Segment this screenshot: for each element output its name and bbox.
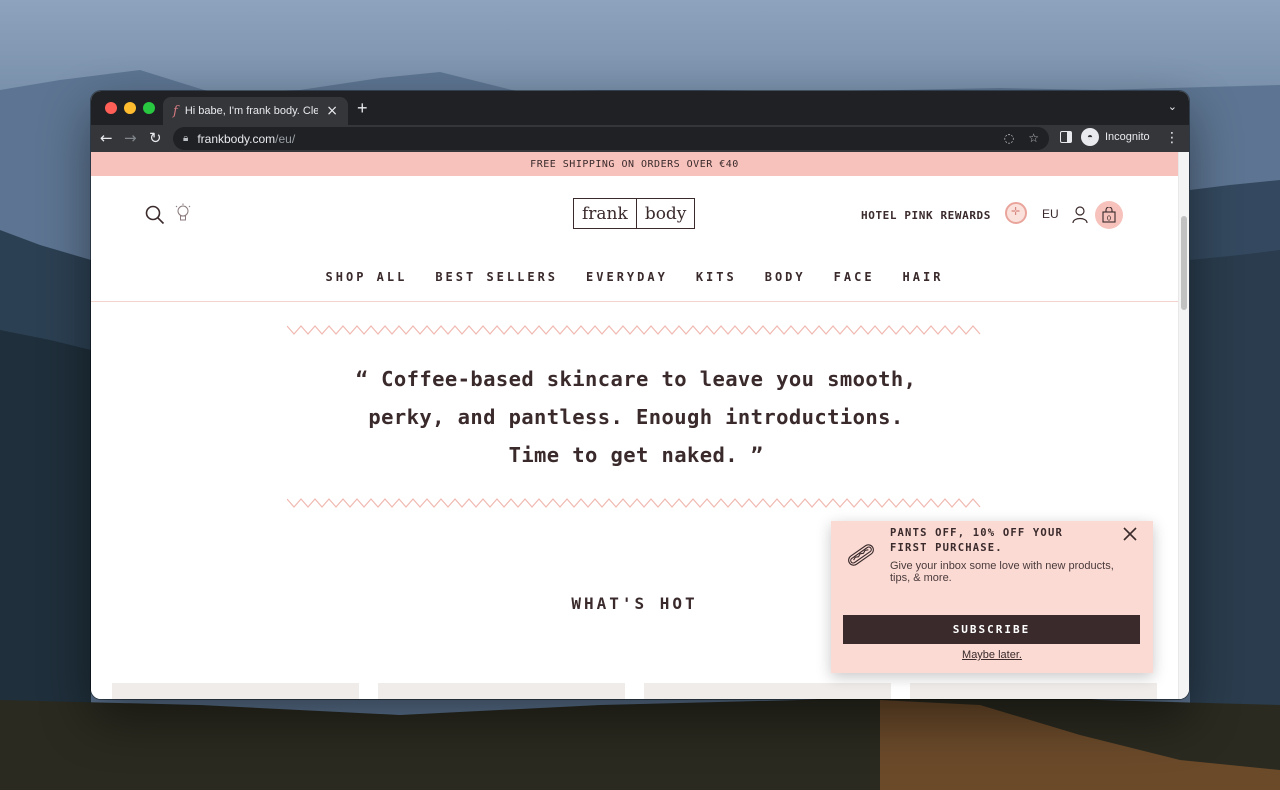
minimize-window-button[interactable] [124, 102, 136, 114]
product-card[interactable] [644, 683, 891, 699]
nav-face[interactable]: FACE [834, 270, 875, 284]
eye-off-icon[interactable]: ◌ [1004, 131, 1014, 145]
browser-tab[interactable]: f Hi babe, I'm frank body. Clean × [163, 97, 348, 125]
scrollbar-thumb[interactable] [1181, 216, 1187, 310]
site-logo[interactable]: frank body [573, 198, 696, 229]
hotdog-icon [848, 544, 874, 566]
maximize-window-button[interactable] [143, 102, 155, 114]
reload-icon[interactable]: ↻ [149, 129, 162, 147]
tab-title: Hi babe, I'm frank body. Clean [184, 105, 318, 117]
new-tab-button[interactable]: + [357, 98, 368, 119]
zigzag-divider-top [287, 325, 981, 335]
title-bar: f Hi babe, I'm frank body. Clean × + ⌄ [91, 91, 1189, 125]
popup-body: Give your inbox some love with new produ… [890, 560, 1114, 584]
browser-window: f Hi babe, I'm frank body. Clean × + ⌄ ←… [91, 91, 1189, 699]
product-card[interactable] [378, 683, 625, 699]
account-icon[interactable] [1072, 206, 1088, 224]
nav-shop-all[interactable]: SHOP ALL [326, 270, 408, 284]
maybe-later-link[interactable]: Maybe later. [831, 649, 1153, 661]
rewards-link[interactable]: HOTEL PINK REWARDS [861, 209, 991, 222]
url-host: frankbody.com [197, 131, 276, 146]
forward-arrow-icon[interactable]: → [124, 129, 137, 147]
main-nav: SHOP ALL BEST SELLERS EVERYDAY KITS BODY… [91, 270, 1178, 284]
product-card[interactable] [112, 683, 359, 699]
star-icon[interactable]: ☆ [1028, 131, 1039, 145]
bag-icon: 0 [1102, 207, 1116, 223]
scrollbar[interactable] [1178, 152, 1189, 699]
side-panel-icon[interactable] [1060, 131, 1072, 143]
nav-hair[interactable]: HAIR [903, 270, 944, 284]
promo-banner: FREE SHIPPING ON ORDERS OVER €40 [91, 152, 1178, 176]
newsletter-popup: PANTS OFF, 10% OFF YOUR FIRST PURCHASE. … [831, 521, 1153, 673]
brand-quote: “ Coffee-based skincare to leave you smo… [261, 360, 1011, 474]
zigzag-divider-bottom [287, 498, 981, 508]
rewards-badge-icon[interactable] [1005, 202, 1027, 224]
favicon-icon: f [173, 103, 178, 119]
url-path: /eu/ [275, 131, 296, 146]
incognito-icon: ◓ [1081, 128, 1099, 146]
tab-close-icon[interactable]: × [326, 103, 338, 119]
address-bar[interactable]: 🔒︎ frankbody.com/eu/ ◌ ☆ [173, 127, 1049, 150]
tab-search-chevron-icon[interactable]: ⌄ [1168, 100, 1177, 113]
nav-everyday[interactable]: EVERYDAY [586, 270, 668, 284]
subscribe-button[interactable]: SUBSCRIBE [843, 615, 1140, 644]
region-selector[interactable]: EU [1042, 207, 1059, 221]
quote-line-1: “ Coffee-based skincare to leave you smo… [355, 367, 917, 391]
product-card[interactable] [910, 683, 1157, 699]
close-icon[interactable] [1122, 526, 1138, 542]
quote-line-2: perky, and pantless. Enough introduction… [368, 405, 904, 429]
nav-body[interactable]: BODY [765, 270, 806, 284]
browser-toolbar: ← → ↻ 🔒︎ frankbody.com/eu/ ◌ ☆ ◓ Incogni… [91, 125, 1189, 152]
logo-right: body [635, 199, 695, 228]
cart-count: 0 [1107, 215, 1111, 223]
logo-left: frank [582, 204, 628, 224]
cart-icon[interactable]: 0 [1095, 201, 1123, 229]
lock-icon: 🔒︎ [183, 133, 189, 144]
incognito-indicator[interactable]: ◓ Incognito [1081, 128, 1150, 146]
incognito-label: Incognito [1105, 131, 1150, 143]
quote-line-3: Time to get naked. ” [508, 443, 764, 467]
lightbulb-icon[interactable] [174, 203, 192, 223]
nav-best-sellers[interactable]: BEST SELLERS [435, 270, 558, 284]
more-menu-icon[interactable]: ⋮ [1165, 130, 1179, 146]
site-header: frank body HOTEL PINK REWARDS EU 0 SHOP … [91, 176, 1178, 302]
nav-kits[interactable]: KITS [696, 270, 737, 284]
search-icon[interactable] [145, 205, 165, 225]
close-window-button[interactable] [105, 102, 117, 114]
popup-title: PANTS OFF, 10% OFF YOUR FIRST PURCHASE. [890, 527, 1063, 554]
back-arrow-icon[interactable]: ← [100, 129, 113, 147]
page-viewport: FREE SHIPPING ON ORDERS OVER €40 frank b… [91, 152, 1189, 699]
